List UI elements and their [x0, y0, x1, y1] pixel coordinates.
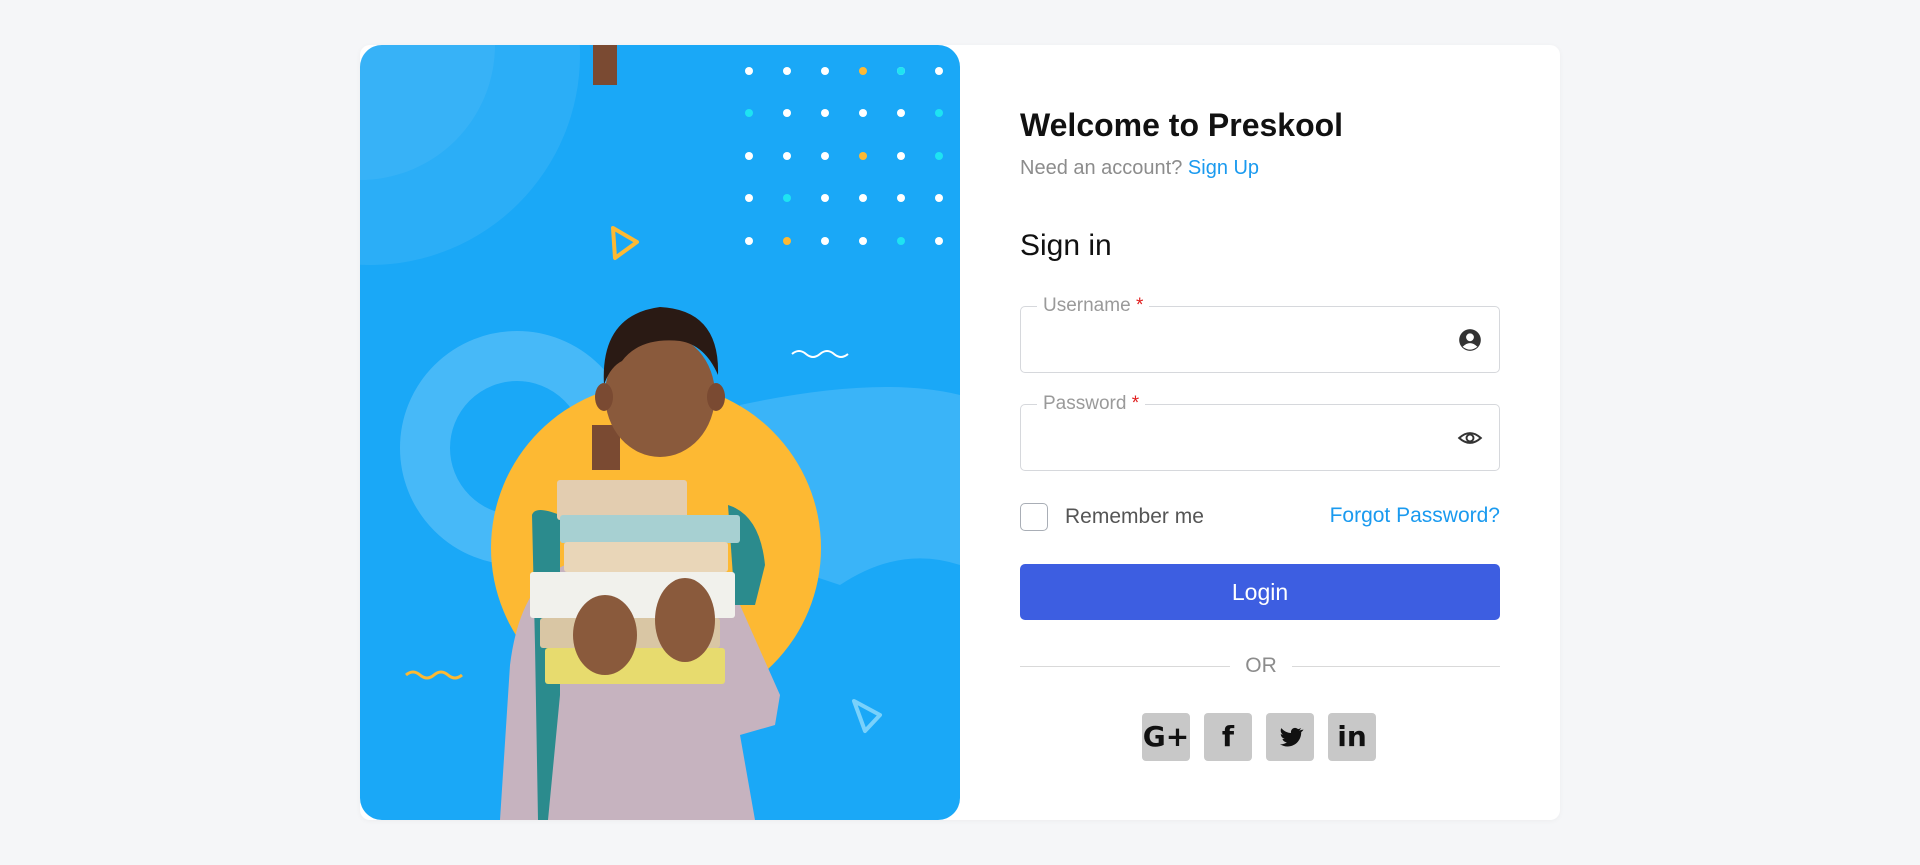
google-plus-button[interactable]: G+ — [1142, 713, 1190, 761]
linkedin-button[interactable]: in — [1328, 713, 1376, 761]
social-login-buttons: G+ f in — [1142, 713, 1376, 761]
login-form: Welcome to Preskool Need an account? Sig… — [1020, 45, 1500, 820]
twitter-icon — [1279, 727, 1304, 747]
triangle-yellow — [611, 226, 639, 260]
facebook-button[interactable]: f — [1204, 713, 1252, 761]
twitter-button[interactable] — [1266, 713, 1314, 761]
eye-icon[interactable] — [1457, 425, 1483, 451]
divider-right — [1292, 666, 1500, 667]
password-label: Password * — [1037, 392, 1146, 416]
remember-checkbox[interactable] — [1020, 503, 1048, 531]
dots-grid — [745, 67, 943, 245]
password-label-text: Password — [1043, 393, 1127, 414]
remember-label: Remember me — [1065, 505, 1204, 528]
triangle-light — [852, 699, 882, 733]
username-label-text: Username — [1043, 295, 1131, 316]
signin-heading: Sign in — [1020, 229, 1112, 262]
linkedin-icon: in — [1337, 720, 1367, 753]
need-account-text: Need an account? — [1020, 157, 1183, 179]
forgot-password-link[interactable]: Forgot Password? — [1330, 504, 1500, 528]
signup-prompt: Need an account? Sign Up — [1020, 157, 1259, 180]
or-divider-text: OR — [1245, 654, 1277, 677]
google-plus-icon: G+ — [1142, 720, 1190, 753]
required-mark: * — [1131, 393, 1140, 414]
squiggle-yellow — [405, 670, 463, 680]
facebook-icon: f — [1221, 720, 1235, 753]
username-label: Username * — [1037, 294, 1150, 318]
login-card: Welcome to Preskool Need an account? Sig… — [360, 45, 1560, 820]
password-field[interactable]: Password * — [1020, 392, 1500, 471]
required-mark: * — [1135, 295, 1144, 316]
username-input[interactable] — [1039, 321, 1443, 361]
signup-link[interactable]: Sign Up — [1188, 157, 1259, 179]
login-button[interactable]: Login — [1020, 564, 1500, 620]
squiggle-white — [791, 350, 849, 358]
hero-graphic — [360, 45, 960, 820]
username-field[interactable]: Username * — [1020, 294, 1500, 373]
page-title: Welcome to Preskool — [1020, 107, 1344, 143]
divider-left — [1020, 666, 1230, 667]
hero-illustration — [360, 45, 960, 820]
user-circle-icon — [1457, 327, 1483, 353]
password-input[interactable] — [1039, 419, 1443, 459]
